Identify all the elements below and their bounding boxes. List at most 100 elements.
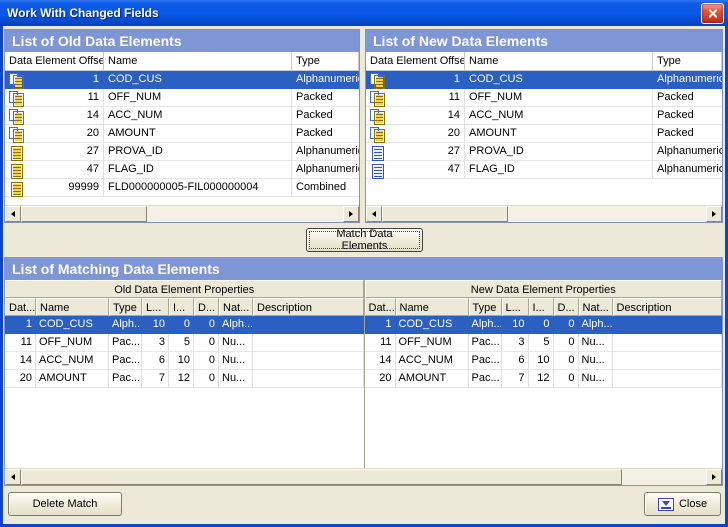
table-row[interactable]: 1 COD_CUS Alphanumeric (5, 71, 359, 89)
column-header-type[interactable]: Type (292, 52, 359, 70)
matching-row[interactable]: 11 OFF_NUM Pac... 3 5 0 Nu... (5, 334, 364, 352)
delete-match-button[interactable]: Delete Match (8, 492, 122, 516)
offset-cell: 47 (25, 161, 104, 178)
offset-cell: 27 (386, 143, 465, 160)
scrollbar-thumb[interactable] (382, 206, 508, 222)
table-row[interactable]: 47 FLAG_ID Alphanumeric (5, 161, 359, 179)
arrow-left-icon (8, 211, 15, 217)
scrollbar-thumb[interactable] (21, 469, 622, 485)
dat-cell: 1 (365, 316, 396, 333)
type-cell: Pac... (109, 370, 142, 387)
matching-row[interactable]: 14 ACC_NUM Pac... 6 10 0 Nu... (365, 352, 723, 370)
matching-panel-hscrollbar[interactable] (5, 468, 722, 485)
name-cell: FLAG_ID (104, 161, 292, 178)
dat-cell: 14 (365, 352, 396, 369)
close-x-icon (707, 8, 718, 19)
type-cell: Alph... (109, 316, 142, 333)
old-elements-panel: List of Old Data Elements Data Element O… (4, 29, 360, 223)
arrow-right-icon (349, 211, 356, 217)
offset-cell: 99999 (25, 179, 104, 196)
name-cell: FLD000000005-FIL000000004 (104, 179, 292, 196)
column-header-description[interactable]: Description (253, 298, 364, 316)
close-window-button[interactable] (701, 3, 724, 24)
integer-cell: 10 (169, 352, 194, 369)
matching-row[interactable]: 11 OFF_NUM Pac... 3 5 0 Nu... (365, 334, 723, 352)
matching-row[interactable]: 20 AMOUNT Pac... 7 12 0 Nu... (365, 370, 723, 388)
name-cell: PROVA_ID (465, 143, 653, 160)
title-bar[interactable]: Work With Changed Fields (0, 0, 728, 26)
column-header-name[interactable]: Name (465, 52, 653, 70)
table-row[interactable]: 1 COD_CUS Alphanumeric (366, 71, 722, 89)
column-header-type[interactable]: Type (469, 298, 502, 316)
scroll-right-button[interactable] (706, 469, 722, 485)
scroll-left-button[interactable] (366, 206, 382, 222)
scroll-left-button[interactable] (5, 206, 21, 222)
scroll-right-button[interactable] (706, 206, 722, 222)
column-header-nat[interactable]: Nat... (219, 298, 253, 316)
offset-cell: 14 (25, 107, 104, 124)
scrollbar-thumb[interactable] (21, 206, 147, 222)
offset-cell: 27 (25, 143, 104, 160)
column-header-description[interactable]: Description (613, 298, 723, 316)
offset-cell: 11 (25, 89, 104, 106)
table-row[interactable]: 14 ACC_NUM Packed (366, 107, 722, 125)
column-header-dat[interactable]: Dat... (365, 298, 396, 316)
table-row[interactable]: 27 PROVA_ID Alphanumeric (366, 143, 722, 161)
offset-cell: 14 (386, 107, 465, 124)
length-cell: 10 (502, 316, 529, 333)
type-cell: Pac... (469, 370, 502, 387)
new-panel-hscrollbar[interactable] (366, 205, 722, 222)
old-panel-hscrollbar[interactable] (5, 205, 359, 222)
column-header-name[interactable]: Name (36, 298, 109, 316)
table-row[interactable]: 99999 FLD000000005-FIL000000004 Combined (5, 179, 359, 197)
matching-panel-title: List of Matching Data Elements (5, 258, 722, 280)
table-row[interactable]: 11 OFF_NUM Packed (5, 89, 359, 107)
column-header-type[interactable]: Type (109, 298, 142, 316)
close-button[interactable]: Close (644, 492, 721, 516)
column-header-d[interactable]: D... (554, 298, 579, 316)
scroll-right-button[interactable] (343, 206, 359, 222)
table-row[interactable]: 14 ACC_NUM Packed (5, 107, 359, 125)
matching-row[interactable]: 1 COD_CUS Alph... 10 0 0 Alph... (5, 316, 364, 334)
column-header-type[interactable]: Type (653, 52, 722, 70)
old-panel-title: List of Old Data Elements (5, 30, 359, 52)
document-icon (369, 109, 385, 123)
column-header-offset[interactable]: Data Element Offset (366, 52, 465, 70)
matching-row[interactable]: 20 AMOUNT Pac... 7 12 0 Nu... (5, 370, 364, 388)
description-cell (253, 316, 364, 333)
table-row[interactable]: 20 AMOUNT Packed (366, 125, 722, 143)
column-header-name[interactable]: Name (104, 52, 292, 70)
table-row[interactable]: 47 FLAG_ID Alphanumeric (366, 161, 722, 179)
description-cell (613, 370, 723, 387)
nature-cell: Alph... (219, 316, 253, 333)
dat-cell: 20 (365, 370, 396, 387)
scroll-left-button[interactable] (5, 469, 21, 485)
close-button-label: Close (679, 498, 707, 510)
column-header-d[interactable]: D... (194, 298, 219, 316)
column-header-i[interactable]: I... (529, 298, 554, 316)
new-grid-header: Data Element Offset Name Type (366, 52, 722, 71)
match-data-elements-button[interactable]: Match Data Elements (306, 228, 423, 252)
column-header-offset[interactable]: Data Element Offset (5, 52, 104, 70)
column-header-l[interactable]: L... (142, 298, 169, 316)
integer-cell: 12 (169, 370, 194, 387)
column-header-dat[interactable]: Dat... (5, 298, 36, 316)
column-header-l[interactable]: L... (502, 298, 529, 316)
table-row[interactable]: 20 AMOUNT Packed (5, 125, 359, 143)
matching-elements-panel: List of Matching Data Elements Old Data … (4, 257, 723, 486)
column-header-name[interactable]: Name (396, 298, 469, 316)
column-header-i[interactable]: I... (169, 298, 194, 316)
nature-cell: Alph... (579, 316, 613, 333)
column-header-nat[interactable]: Nat... (579, 298, 613, 316)
name-cell: AMOUNT (465, 125, 653, 142)
matching-row[interactable]: 14 ACC_NUM Pac... 6 10 0 Nu... (5, 352, 364, 370)
table-row[interactable]: 27 PROVA_ID Alphanumeric (5, 143, 359, 161)
offset-cell: 1 (386, 71, 465, 88)
old-grid-header: Data Element Offset Name Type (5, 52, 359, 71)
table-row[interactable]: 11 OFF_NUM Packed (366, 89, 722, 107)
matching-grid: Old Data Element Properties Dat... Name … (5, 280, 722, 468)
matching-row[interactable]: 1 COD_CUS Alph... 10 0 0 Alph... (365, 316, 723, 334)
name-cell: COD_CUS (104, 71, 292, 88)
name-cell: AMOUNT (104, 125, 292, 142)
old-grid-rows: 1 COD_CUS Alphanumeric 11 OFF_NUM Packed… (5, 71, 359, 205)
